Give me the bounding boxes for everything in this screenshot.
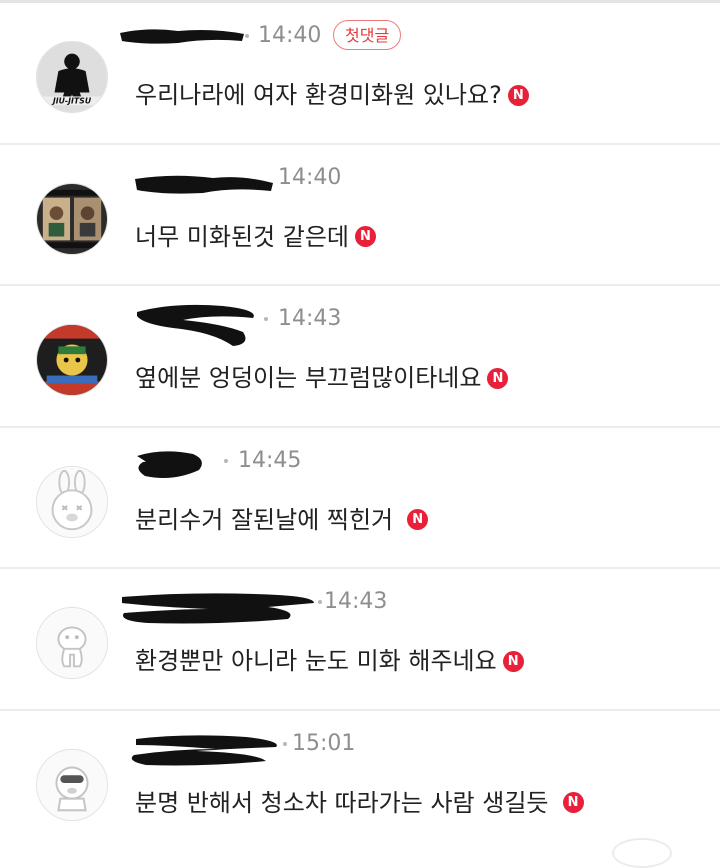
separator-dot [245, 34, 249, 38]
bunny-default-avatar-icon [37, 466, 107, 537]
comment-item: 14:43 옆에분 엉덩이는 부끄럼많이타네요 N [0, 286, 720, 428]
comment-text: 분명 반해서 청소차 따라가는 사람 생길듯 [135, 788, 549, 817]
mascot-default-avatar-icon [37, 749, 107, 820]
redacted-nickname [133, 302, 263, 350]
next-avatar-edge [612, 838, 672, 868]
comment-time: 14:43 [278, 306, 342, 331]
comment-text: 분리수거 잘된날에 찍힌거 [135, 505, 394, 534]
comment-item: 14:40 너무 미화된것 같은데 N [0, 145, 720, 286]
film-photo-avatar-icon [37, 183, 107, 254]
comment-text-row: 옆에분 엉덩이는 부끄럼많이타네요 N [135, 361, 509, 395]
avatar[interactable]: JIU-JITSU [36, 41, 108, 113]
creature-default-avatar-icon [37, 608, 107, 678]
redacted-nickname [126, 733, 286, 769]
comment-text: 너무 미화된것 같은데 [135, 222, 349, 251]
comment-text: 옆에분 엉덩이는 부끄럼많이타네요 [135, 364, 482, 392]
avatar[interactable] [36, 465, 108, 538]
new-badge-icon: N [487, 367, 509, 389]
comment-time: 15:01 [292, 730, 356, 756]
jiu-jitsu-avatar-icon: JIU-JITSU [37, 42, 107, 112]
comment-item: 14:43 환경뿐만 아니라 눈도 미화 해주네요 N [0, 569, 720, 711]
comment-text-row: 환경뿐만 아니라 눈도 미화 해주네요 N [135, 644, 524, 678]
comment-time: 14:40 [278, 164, 342, 190]
first-comment-badge: 첫댓글 [333, 20, 402, 50]
redacted-nickname [133, 448, 209, 484]
comment-text-row: 우리나라에 여자 환경미화원 있나요? N [135, 78, 529, 112]
avatar[interactable] [36, 182, 108, 255]
comment-list: JIU-JITSU 14:40 첫댓글 우리나라에 여자 환경미화원 있나요? … [0, 3, 720, 852]
comment-item: 15:01 분명 반해서 청소차 따라가는 사람 생길듯 N [0, 711, 720, 853]
separator-dot [283, 741, 287, 746]
comment-time: 14:43 [324, 589, 388, 614]
separator-dot [224, 458, 228, 463]
new-badge-icon: N [407, 509, 429, 530]
comment-text-row: 너무 미화된것 같은데 N [135, 220, 376, 254]
new-badge-icon: N [562, 792, 584, 813]
new-badge-icon: N [354, 226, 376, 247]
svg-text:JIU-JITSU: JIU-JITSU [51, 97, 92, 106]
new-badge-icon: N [502, 650, 524, 672]
comment-time: 14:40 [258, 23, 322, 48]
redacted-nickname [118, 591, 318, 627]
avatar[interactable] [36, 324, 108, 396]
redacted-nickname [133, 173, 275, 197]
comment-item: JIU-JITSU 14:40 첫댓글 우리나라에 여자 환경미화원 있나요? … [0, 3, 720, 145]
comment-text: 우리나라에 여자 환경미화원 있나요? [135, 81, 502, 109]
redacted-nickname [118, 25, 246, 49]
new-badge-icon: N [507, 84, 529, 106]
cartoon-character-avatar-icon [37, 325, 107, 395]
separator-dot [318, 600, 322, 604]
comment-time: 14:45 [238, 447, 302, 473]
separator-dot [264, 317, 268, 321]
avatar[interactable] [36, 607, 108, 679]
comment-item: 14:45 분리수거 잘된날에 찍힌거 N [0, 428, 720, 569]
comment-text: 환경뿐만 아니라 눈도 미화 해주네요 [135, 647, 497, 675]
comment-text-row: 분명 반해서 청소차 따라가는 사람 생길듯 N [135, 786, 584, 820]
avatar[interactable] [36, 748, 108, 821]
comment-text-row: 분리수거 잘된날에 찍힌거 N [135, 503, 429, 537]
